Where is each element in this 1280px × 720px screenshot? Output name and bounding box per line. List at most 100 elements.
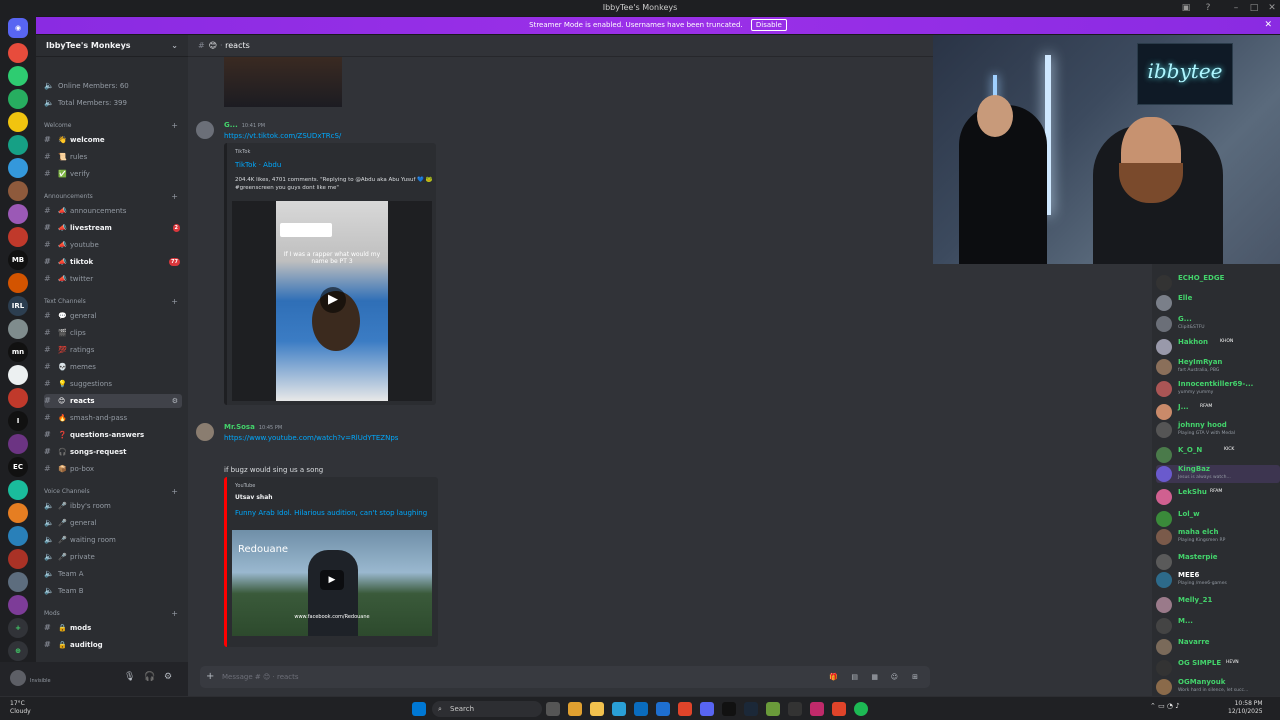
start-icon[interactable] <box>412 702 426 716</box>
app-icon[interactable] <box>766 702 780 716</box>
server-icon[interactable] <box>8 181 28 201</box>
previous-image[interactable] <box>224 57 342 107</box>
add-channel-icon[interactable]: + <box>171 296 178 308</box>
server-icon[interactable] <box>8 595 28 615</box>
channel-mods[interactable]: # 🔒 mods <box>44 621 182 635</box>
settings-gear-icon[interactable]: ⚙ <box>172 394 178 408</box>
message-author[interactable]: Mr.Sosa 10:45 PM <box>224 423 282 431</box>
apps-icon[interactable]: ⊞ <box>912 666 918 688</box>
embed-author[interactable]: Utsav shah <box>235 494 273 501</box>
channel-rules[interactable]: # 📜 rules <box>44 150 182 164</box>
member-item[interactable]: MEE6 Playing /mee6-games <box>1156 571 1280 589</box>
channel-announcements[interactable]: # 📣 announcements <box>44 204 182 218</box>
category-announcements[interactable]: Announcements + <box>44 191 182 203</box>
settings-gear-icon[interactable]: ⚙ <box>164 672 172 682</box>
member-item[interactable]: Lol_w <box>1156 510 1280 528</box>
channel-ratings[interactable]: # 💯 ratings <box>44 343 182 357</box>
add-channel-icon[interactable]: + <box>171 486 178 498</box>
channel-memes[interactable]: # 💀 memes <box>44 360 182 374</box>
channel-songs-request[interactable]: # 🎧 songs-request <box>44 445 182 459</box>
taskbar-search[interactable]: ⌕ Search <box>432 701 542 717</box>
server-icon[interactable] <box>8 66 28 86</box>
member-item[interactable]: Innocentkiller69-... yummy yummy <box>1156 380 1280 398</box>
discord-icon[interactable] <box>700 702 714 716</box>
add-attachment-icon[interactable]: + <box>206 666 214 688</box>
channel-verify[interactable]: # ✅ verify <box>44 167 182 181</box>
channel-tiktok[interactable]: # 📣 tiktok 77 <box>44 255 182 269</box>
minimize-button[interactable]: – <box>1226 0 1246 16</box>
member-item[interactable]: maha elch Playing Kingsmen RP <box>1156 528 1280 546</box>
channel-po-box[interactable]: # 📦 po-box <box>44 462 182 476</box>
gif-icon[interactable]: ▤ <box>851 666 858 688</box>
voice-channel-waiting-room[interactable]: 🔈 🎤 waiting room <box>44 533 182 547</box>
server-header[interactable]: IbbyTee's Monkeys ⌄ <box>36 35 188 57</box>
member-item[interactable]: Navarre <box>1156 638 1280 656</box>
steam-icon[interactable] <box>744 702 758 716</box>
message-author[interactable]: G... 10:41 PM <box>224 121 265 129</box>
server-icon[interactable] <box>8 549 28 569</box>
task-view-icon[interactable] <box>546 702 560 716</box>
member-item[interactable]: HeyImRyan fart Australia, PBG <box>1156 358 1280 376</box>
embed-thumbnail[interactable]: If I was a rapper what would my name be … <box>232 201 432 401</box>
embed-title[interactable]: Funny Arab Idol. Hilarious audition, can… <box>235 509 427 517</box>
member-item[interactable]: K_O_N KICK <box>1156 446 1280 464</box>
edge-icon[interactable] <box>612 702 626 716</box>
gift-icon[interactable]: 🎁 <box>829 666 838 688</box>
avatar[interactable] <box>10 670 26 686</box>
stat-total-members[interactable]: 🔈 Total Members: 399 <box>44 96 182 110</box>
stat-online-members[interactable]: 🔈 Online Members: 60 <box>44 79 182 93</box>
channel-general[interactable]: # 💬 general <box>44 309 182 323</box>
server-icon[interactable]: MB <box>8 250 28 270</box>
avatar[interactable] <box>196 423 214 441</box>
app-icon[interactable] <box>722 702 736 716</box>
voice-channel-team-a[interactable]: 🔈 Team A <box>44 567 182 581</box>
emoji-icon[interactable]: ☺ <box>891 666 898 688</box>
help-icon[interactable]: ? <box>1198 0 1218 16</box>
add-channel-icon[interactable]: + <box>171 191 178 203</box>
app-icon[interactable] <box>568 702 582 716</box>
headphones-icon[interactable]: 🎧 <box>144 672 155 682</box>
channel-auditlog[interactable]: # 🔒 auditlog <box>44 638 182 652</box>
server-icon[interactable] <box>8 43 28 63</box>
weather-widget[interactable]: 17°C Cloudy <box>10 700 31 716</box>
member-item[interactable]: Melly_21 <box>1156 596 1280 614</box>
add-channel-icon[interactable]: + <box>171 120 178 132</box>
server-icon[interactable] <box>8 365 28 385</box>
tray-icons[interactable]: ⌃ ▭ ◔ ♪ <box>1150 702 1180 710</box>
server-icon[interactable] <box>8 480 28 500</box>
play-icon[interactable]: ▶ <box>320 287 346 313</box>
microphone-icon[interactable]: 🎙 <box>124 672 135 682</box>
server-icon[interactable]: EC <box>8 457 28 477</box>
channel-smash-and-pass[interactable]: # 🔥 smash-and-pass <box>44 411 182 425</box>
file-explorer-icon[interactable] <box>590 702 604 716</box>
server-icon[interactable] <box>8 112 28 132</box>
close-window-button[interactable]: ✕ <box>1262 0 1280 16</box>
channel-welcome[interactable]: # 👋 welcome <box>44 133 182 147</box>
app-icon[interactable] <box>832 702 846 716</box>
channel-reacts[interactable]: # 😊 reacts ⚙ <box>44 394 182 408</box>
server-icon[interactable] <box>8 273 28 293</box>
server-icon[interactable]: IRL <box>8 296 28 316</box>
server-icon[interactable] <box>8 89 28 109</box>
sticker-icon[interactable]: ▦ <box>871 666 878 688</box>
brave-icon[interactable] <box>678 702 692 716</box>
app-icon[interactable] <box>634 702 648 716</box>
play-icon[interactable]: ▶ <box>320 570 344 590</box>
member-item[interactable]: johnny hood Playing GTA V with Medal <box>1156 421 1280 439</box>
server-icon[interactable] <box>8 503 28 523</box>
channel-questions-answers[interactable]: # ❓ questions-answers <box>44 428 182 442</box>
message-link[interactable]: https://www.youtube.com/watch?v=RlUdYTEZ… <box>224 434 398 442</box>
avatar[interactable] <box>196 121 214 139</box>
message-input[interactable]: + Message # 😊 · reacts 🎁 ▤ ▦ ☺ ⊞ <box>200 666 930 688</box>
inbox-icon[interactable]: ▣ <box>1176 0 1196 16</box>
member-item[interactable]: ECHO_EDGE <box>1156 274 1280 292</box>
server-icon[interactable]: mn <box>8 342 28 362</box>
channel-clips[interactable]: # 🎬 clips <box>44 326 182 340</box>
member-item[interactable]: Masterpie <box>1156 553 1280 571</box>
voice-channel-general[interactable]: 🔈 🎤 general <box>44 516 182 530</box>
explore-icon[interactable]: ⊕ <box>8 641 28 661</box>
embed-title[interactable]: TikTok · Abdu <box>235 161 281 169</box>
clock[interactable]: 10:58 PM 12/10/2025 <box>1228 700 1263 716</box>
server-icon[interactable]: I <box>8 411 28 431</box>
channel-livestream[interactable]: # 📣 livestream 2 <box>44 221 182 235</box>
